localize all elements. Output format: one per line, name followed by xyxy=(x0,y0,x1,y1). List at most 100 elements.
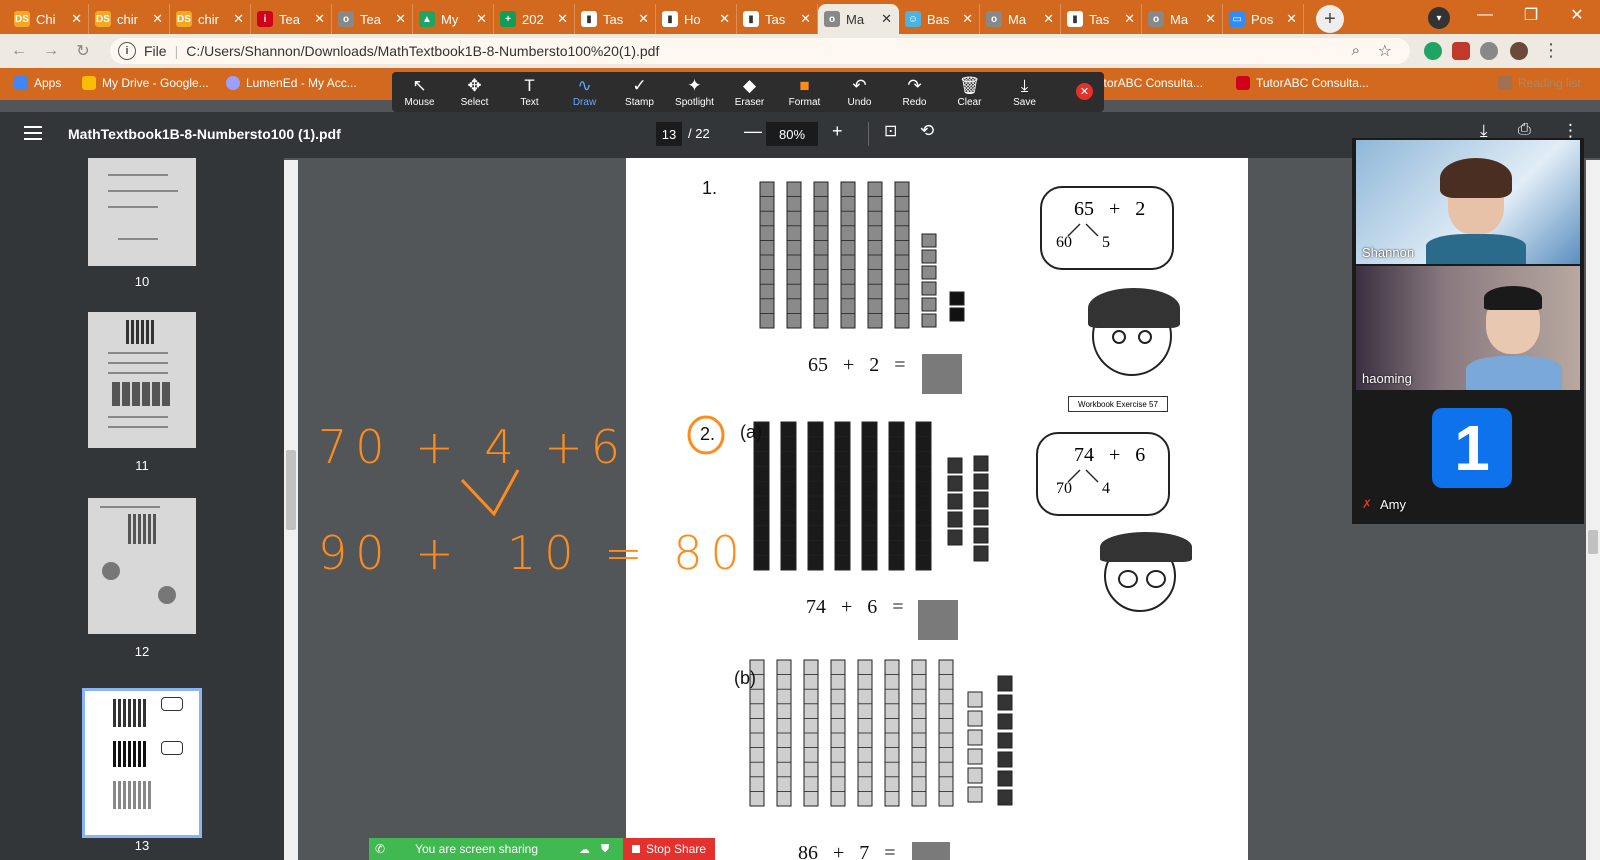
tab-close-icon[interactable]: ✕ xyxy=(395,11,406,27)
thumbnail-page-11[interactable] xyxy=(88,312,196,448)
annotate-tool-text[interactable]: T Text xyxy=(502,72,557,112)
annotate-tool-select[interactable]: ✥ Select xyxy=(447,72,502,112)
profile-avatar[interactable] xyxy=(1510,42,1528,60)
info-icon[interactable]: i xyxy=(118,42,136,60)
ublock-icon[interactable] xyxy=(1452,42,1470,60)
browser-tab[interactable]: ▮ Tas ✕ xyxy=(737,4,818,34)
tab-favicon-icon: o xyxy=(1148,11,1164,27)
extension-icon[interactable] xyxy=(1424,42,1442,60)
close-annotation-icon[interactable]: ✕ xyxy=(1076,83,1093,100)
annotate-tool-spotlight[interactable]: ✦ Spotlight xyxy=(667,72,722,112)
tab-close-icon[interactable]: ✕ xyxy=(71,11,82,27)
unit-cube xyxy=(921,281,937,296)
tab-search-icon[interactable]: ▾ xyxy=(1428,7,1450,29)
rotate-icon[interactable]: ⟲ xyxy=(920,121,934,141)
close-window-icon[interactable]: ✕ xyxy=(1554,0,1600,30)
tab-close-icon[interactable]: ✕ xyxy=(719,11,730,27)
thought-cloud-1: 65 + 2 60 5 xyxy=(1040,186,1174,270)
annotate-tool-clear[interactable]: 🗑 Clear xyxy=(942,72,997,112)
unit-cube xyxy=(967,748,983,765)
browser-tab[interactable]: o Ma ✕ xyxy=(1142,4,1223,34)
browser-tab[interactable]: o Ma ✕ xyxy=(980,4,1061,34)
tab-close-icon[interactable]: ✕ xyxy=(800,11,811,27)
address-url[interactable]: C:/Users/Shannon/Downloads/MathTextbook1… xyxy=(186,43,659,59)
bookmark-drive[interactable]: My Drive - Google... xyxy=(82,76,209,90)
bookmark-star-icon[interactable]: ☆ xyxy=(1378,41,1392,61)
annotate-tool-undo[interactable]: ↶ Undo xyxy=(832,72,887,112)
spotlight-icon: ✦ xyxy=(687,75,702,95)
video-tile-haoming[interactable]: haoming xyxy=(1356,266,1580,390)
browser-menu-icon[interactable]: ⋮ xyxy=(1542,40,1560,61)
browser-tab[interactable]: ▮ Tas ✕ xyxy=(1061,4,1142,34)
browser-tab[interactable]: o Tea ✕ xyxy=(332,4,413,34)
tool-label: Redo xyxy=(902,96,927,108)
annotate-tool-format[interactable]: ■ Format xyxy=(777,72,832,112)
browser-tab[interactable]: i Tea ✕ xyxy=(251,4,332,34)
screen-sharing-bar[interactable]: ✆ You are screen sharing ☁ ⛊ xyxy=(369,838,623,860)
tab-title: chir xyxy=(117,11,138,27)
tab-close-icon[interactable]: ✕ xyxy=(314,11,325,27)
tab-close-icon[interactable]: ✕ xyxy=(1286,11,1297,27)
thumbnail-page-13-selected[interactable] xyxy=(82,688,202,838)
bookmark-apps[interactable]: Apps xyxy=(14,76,61,90)
address-bar[interactable]: i File | C:/Users/Shannon/Downloads/Math… xyxy=(110,38,1410,64)
video-tile-amy[interactable]: 1 Amy ✗ xyxy=(1356,392,1580,516)
browser-tab[interactable]: ▲ My ✕ xyxy=(413,4,494,34)
tab-title: Pos xyxy=(1251,11,1274,27)
tab-close-icon[interactable]: ✕ xyxy=(1043,11,1054,27)
muted-mic-icon: ✗ xyxy=(1362,497,1373,511)
zoom-in-icon[interactable]: + xyxy=(832,121,843,142)
bookmark-tutorabc-1[interactable]: TutorABC Consulta... xyxy=(1090,76,1203,90)
browser-tab[interactable]: ☺ Bas ✕ xyxy=(899,4,980,34)
annotate-tool-stamp[interactable]: ✓ Stamp xyxy=(612,72,667,112)
reading-list[interactable]: Reading list xyxy=(1498,76,1581,90)
tab-close-icon[interactable]: ✕ xyxy=(962,11,973,27)
restore-icon[interactable]: ❐ xyxy=(1508,0,1554,30)
tab-close-icon[interactable]: ✕ xyxy=(638,11,649,27)
stop-share-button[interactable]: Stop Share xyxy=(623,838,715,860)
unit-cube xyxy=(947,457,963,474)
thumbnail-page-12[interactable] xyxy=(88,498,196,634)
browser-tab[interactable]: ▮ Tas ✕ xyxy=(575,4,656,34)
thumbnail-page-10[interactable] xyxy=(88,158,196,266)
tab-close-icon[interactable]: ✕ xyxy=(881,11,892,27)
annotate-tool-draw[interactable]: ∿ Draw xyxy=(557,72,612,112)
bookmark-lumened[interactable]: LumenEd - My Acc... xyxy=(226,76,357,90)
sidebar-scrollbar[interactable] xyxy=(284,160,298,860)
tab-close-icon[interactable]: ✕ xyxy=(1124,11,1135,27)
tab-close-icon[interactable]: ✕ xyxy=(233,11,244,27)
minimize-icon[interactable]: — xyxy=(1462,0,1508,30)
page-number-input[interactable]: 13 xyxy=(656,122,682,146)
zoom-icon[interactable]: ⌕ xyxy=(1352,42,1360,59)
annotate-tool-redo[interactable]: ↷ Redo xyxy=(887,72,942,112)
tab-close-icon[interactable]: ✕ xyxy=(557,11,568,27)
browser-tab[interactable]: ▭ Pos ✕ xyxy=(1223,4,1304,34)
annotate-tool-mouse[interactable]: ↖ Mouse xyxy=(392,72,447,112)
zoom-level-input[interactable]: 80% xyxy=(766,122,818,146)
back-icon[interactable]: ← xyxy=(6,38,32,64)
browser-tab[interactable]: DS chir ✕ xyxy=(89,4,170,34)
pdf-menu-icon[interactable] xyxy=(24,126,42,140)
tab-close-icon[interactable]: ✕ xyxy=(152,11,163,27)
tab-close-icon[interactable]: ✕ xyxy=(476,11,487,27)
puzzle-icon[interactable] xyxy=(1480,42,1498,60)
tab-title: Ho xyxy=(684,11,701,27)
bookmark-tutorabc-2[interactable]: TutorABC Consulta... xyxy=(1236,76,1369,90)
thumbnail-label: 12 xyxy=(134,644,150,659)
browser-tab[interactable]: +202 ✕ xyxy=(494,4,575,34)
fit-page-icon[interactable]: ⊡ xyxy=(884,121,897,141)
pdf-scrollbar[interactable] xyxy=(1586,160,1600,860)
video-tile-shannon[interactable]: Shannon xyxy=(1356,140,1580,264)
zoom-out-icon[interactable]: — xyxy=(744,121,762,142)
forward-icon[interactable]: → xyxy=(38,38,64,64)
tab-close-icon[interactable]: ✕ xyxy=(1205,11,1216,27)
browser-tab[interactable]: o Ma ✕ xyxy=(818,4,899,34)
browser-tab[interactable]: DS Chi ✕ xyxy=(8,4,89,34)
reload-icon[interactable]: ↻ xyxy=(70,38,96,64)
annotate-tool-save[interactable]: ⤓ Save xyxy=(997,72,1052,112)
browser-tab[interactable]: ▮ Ho ✕ xyxy=(656,4,737,34)
browser-tab[interactable]: DS chir ✕ xyxy=(170,4,251,34)
new-tab-button[interactable]: + xyxy=(1316,5,1344,33)
print-icon[interactable]: ⎙ xyxy=(1518,121,1531,139)
annotate-tool-eraser[interactable]: ◆ Eraser xyxy=(722,72,777,112)
